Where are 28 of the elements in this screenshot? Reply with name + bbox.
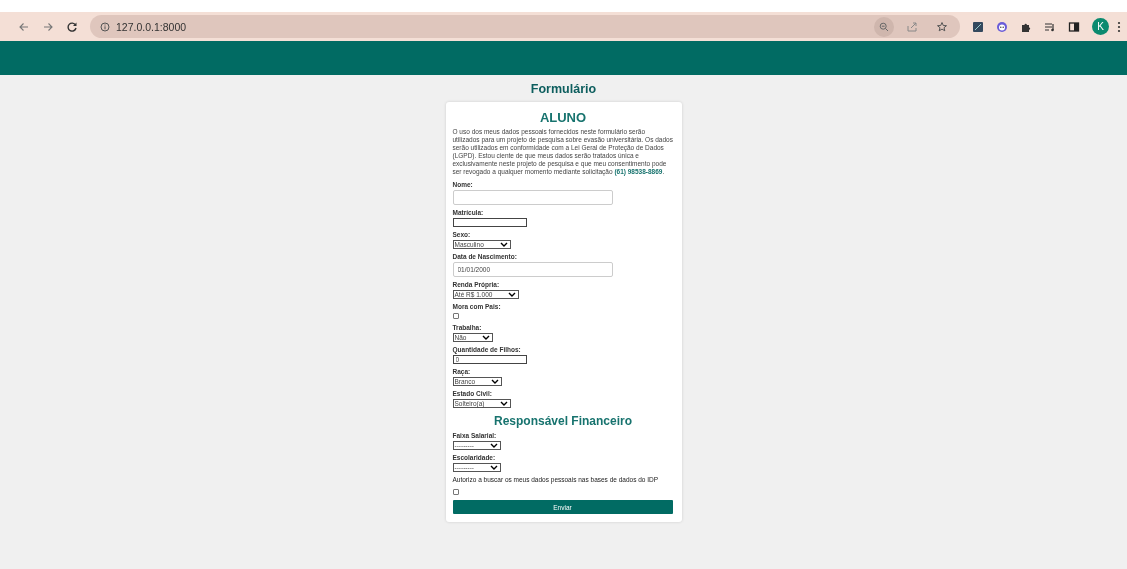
- side-panel-icon[interactable]: [1068, 20, 1080, 33]
- input-field[interactable]: [452, 218, 527, 227]
- zoom-out-icon: [879, 21, 889, 32]
- caret-icon: [482, 335, 491, 340]
- url-text: 127.0.0.1:8000: [116, 20, 187, 33]
- checkbox[interactable]: [452, 313, 459, 319]
- star-icon[interactable]: [936, 20, 948, 33]
- caret-icon: [490, 443, 498, 448]
- info-icon[interactable]: [100, 21, 110, 32]
- reload-icon[interactable]: [66, 20, 78, 33]
- extension-icon[interactable]: [972, 20, 984, 33]
- section-heading: Responsável Financeiro: [493, 414, 632, 428]
- page-title: Formulário: [530, 81, 597, 97]
- caret-icon: [508, 292, 517, 297]
- profile-avatar[interactable]: K: [1092, 18, 1109, 35]
- ghost-icon[interactable]: [996, 20, 1008, 33]
- address-bar[interactable]: 127.0.0.1:8000: [90, 15, 960, 38]
- form-heading: ALUNO: [539, 110, 587, 125]
- caret-icon: [499, 242, 508, 247]
- caret-icon: [490, 465, 498, 470]
- caret-icon: [500, 401, 509, 406]
- menu-icon[interactable]: [1117, 20, 1121, 33]
- caret-icon: [491, 379, 500, 384]
- back-icon[interactable]: [18, 20, 30, 33]
- forward-icon[interactable]: [42, 20, 54, 33]
- zoom-button[interactable]: [874, 16, 894, 37]
- checkbox[interactable]: [452, 489, 459, 495]
- playlist-icon[interactable]: [1044, 20, 1056, 33]
